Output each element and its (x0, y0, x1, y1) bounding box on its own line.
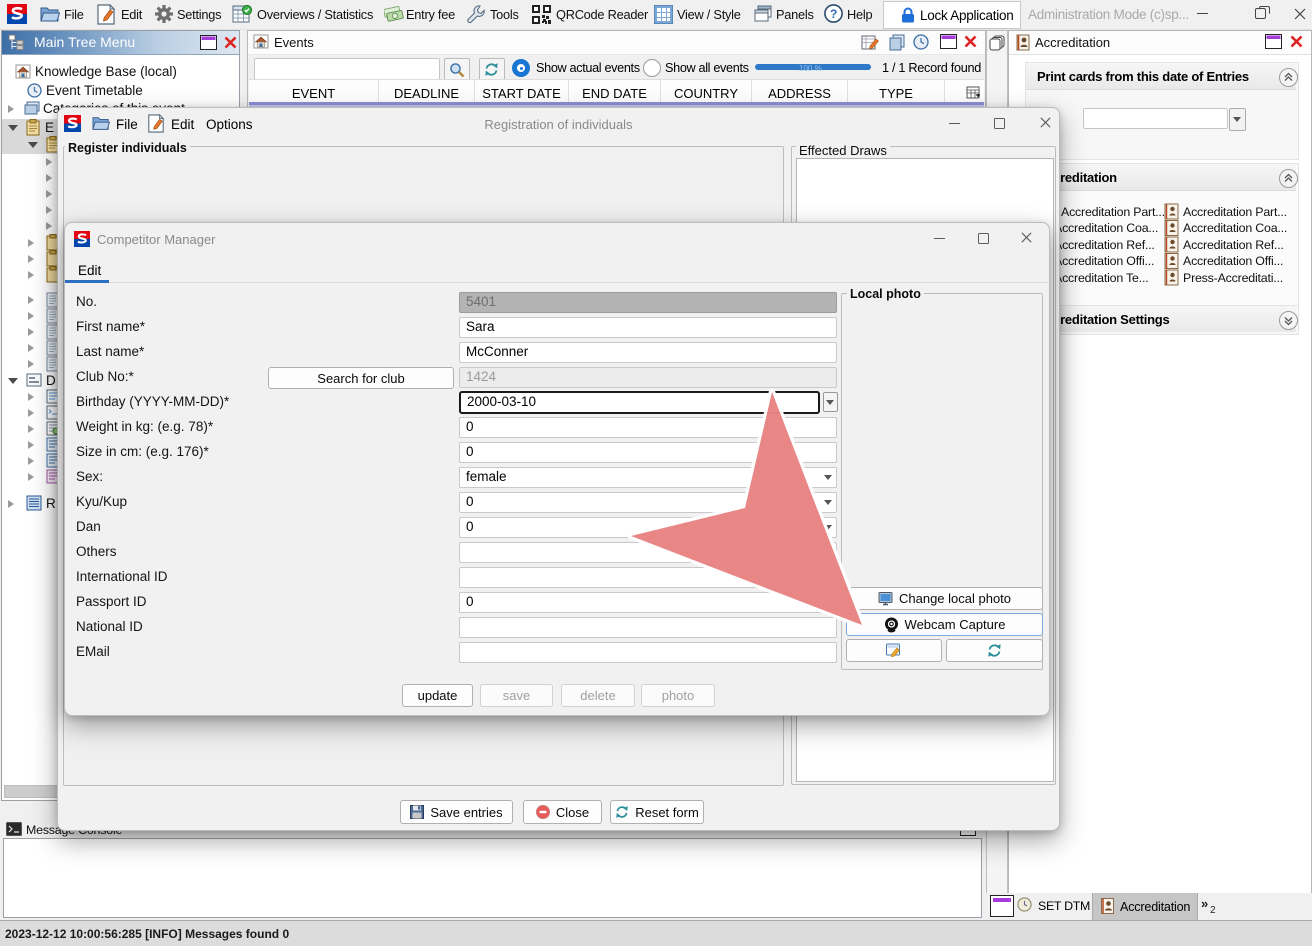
svg-text:?: ? (830, 7, 837, 21)
